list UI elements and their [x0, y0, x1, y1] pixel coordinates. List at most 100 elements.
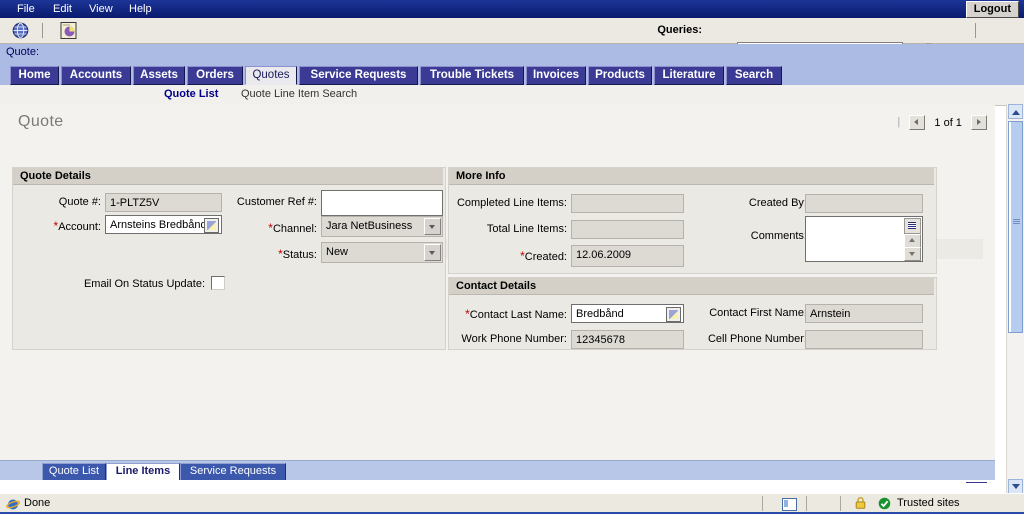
list-toolbar: Menu ▼ New Query Product Configuration >… [0, 480, 995, 483]
child-tab-line-items[interactable]: Line Items [106, 463, 180, 481]
status-dropdown-icon[interactable] [424, 244, 441, 261]
email-status-label: Email On Status Update: [83, 278, 205, 290]
internet-explorer-icon [6, 499, 20, 510]
customer-ref-field[interactable] [321, 190, 443, 216]
browser-status-bar: Done Trusted sites [0, 493, 1024, 514]
cell-phone-field [805, 330, 923, 349]
thread-bar: Quote: [0, 44, 1024, 61]
created-field[interactable]: 12.06.2009 [571, 245, 684, 267]
next-record-button[interactable] [971, 115, 987, 130]
view-link-quote-list[interactable]: Quote List [164, 88, 218, 100]
account-field[interactable]: Arnsteins Bredbånd: [105, 215, 222, 234]
tab-trouble-tickets[interactable]: Trouble Tickets [420, 66, 524, 85]
tab-search[interactable]: Search [726, 66, 782, 85]
completed-line-items-label: Completed Line Items: [456, 197, 567, 209]
quote-details-header: Quote Details [13, 168, 443, 185]
view-link-quote-line-item-search[interactable]: Quote Line Item Search [241, 88, 357, 100]
email-on-status-update-checkbox[interactable] [211, 276, 225, 290]
contact-last-name-label: *Contact Last Name: [453, 307, 567, 321]
status-label-text: Status: [282, 249, 317, 261]
record-counter: 1 of 1 [934, 116, 962, 129]
tab-assets[interactable]: Assets [133, 66, 185, 85]
menu-edit[interactable]: Edit [48, 2, 77, 16]
child-tab-strip: Quote List Line Items Service Requests [0, 460, 995, 481]
channel-label-text: Channel: [272, 223, 317, 235]
tab-quotes[interactable]: Quotes [245, 66, 297, 85]
more-info-title: More Info [456, 170, 506, 182]
contact-last-name-field[interactable]: Bredbånd [571, 304, 684, 323]
comments-scroll-down-icon[interactable] [904, 247, 921, 261]
browser-menu-bar: File Edit View Help Logout [0, 0, 1024, 18]
status-text: Done [24, 497, 51, 509]
created-by-field [805, 194, 923, 213]
quote-number-field: 1-PLTZ5V [105, 193, 222, 212]
menu-help[interactable]: Help [124, 2, 157, 16]
quote-details-pane: Quote Details Quote #: 1-PLTZ5V *Account… [12, 167, 446, 350]
total-line-items-field [571, 220, 684, 239]
primary-tab-strip: Home Accounts Assets Orders Quotes Servi… [0, 61, 1024, 85]
contact-picker-icon[interactable] [666, 307, 681, 322]
work-phone-label: Work Phone Number: [461, 333, 567, 345]
completed-line-items-field [571, 194, 684, 213]
channel-label: *Channel: [219, 221, 317, 235]
account-value: Arnsteins Bredbånd: [110, 219, 210, 231]
total-line-items-label: Total Line Items: [486, 223, 567, 235]
contact-details-pane: Contact Details *Contact Last Name: Bred… [448, 277, 937, 350]
page-content: Quote | 1 of 1 Menu ▼ New Cancel Query Q… [0, 105, 995, 483]
created-label: *Created: [453, 249, 567, 263]
menu-view[interactable]: View [84, 2, 118, 16]
status-label: *Status: [219, 247, 317, 261]
page-title: Quote [18, 113, 64, 130]
tab-invoices[interactable]: Invoices [526, 66, 586, 85]
tab-products[interactable]: Products [588, 66, 652, 85]
column-display-button[interactable] [966, 482, 987, 483]
view-link-bar: Quote List Quote Line Item Search [0, 85, 1024, 106]
thread-label: Quote: [6, 46, 40, 58]
trusted-check-icon [878, 497, 891, 510]
contact-first-name-label: Contact First Name: [709, 307, 807, 319]
quote-number-label: Quote #: [58, 196, 101, 208]
child-tab-service-requests[interactable]: Service Requests [180, 463, 286, 481]
contact-first-name-value: Arnstein [810, 308, 851, 320]
lock-icon [855, 497, 866, 509]
comments-scroll-up-icon[interactable] [904, 234, 921, 248]
tab-home[interactable]: Home [10, 66, 59, 85]
recnav-divider: | [897, 116, 901, 129]
scrollbar-thumb[interactable] [1008, 121, 1023, 333]
created-label-text: Created: [524, 251, 567, 263]
comments-label: Comments: [750, 230, 807, 242]
tab-literature[interactable]: Literature [654, 66, 724, 85]
globe-icon[interactable] [12, 22, 29, 39]
created-value: 12.06.2009 [576, 249, 632, 261]
scroll-down-button[interactable] [1008, 479, 1023, 494]
browser-vertical-scrollbar[interactable] [1006, 104, 1024, 494]
contact-last-name-label-text: Contact Last Name: [469, 309, 567, 321]
tab-accounts[interactable]: Accounts [61, 66, 131, 85]
tab-service-requests[interactable]: Service Requests [299, 66, 418, 85]
menu-file[interactable]: File [12, 2, 40, 16]
chart-report-icon[interactable] [60, 22, 77, 39]
work-phone-field[interactable]: 12345678 [571, 330, 684, 349]
channel-dropdown-icon[interactable] [424, 218, 441, 235]
channel-field[interactable]: Jara NetBusiness [321, 216, 443, 237]
quote-number-value: 1-PLTZ5V [110, 197, 160, 209]
child-tab-quote-list[interactable]: Quote List [42, 463, 106, 481]
account-label-text: Account: [58, 221, 101, 233]
status-field[interactable]: New [321, 242, 443, 263]
tab-orders[interactable]: Orders [187, 66, 243, 85]
contact-first-name-field: Arnstein [805, 304, 923, 323]
comments-field[interactable] [805, 216, 923, 262]
channel-value: Jara NetBusiness [326, 220, 413, 232]
queries-label: Queries: [657, 24, 702, 36]
previous-record-button[interactable] [909, 115, 926, 130]
scroll-up-button[interactable] [1008, 104, 1023, 119]
status-divider-2 [806, 496, 807, 511]
account-picker-icon[interactable] [204, 218, 219, 233]
comments-multiline-icon[interactable] [904, 218, 921, 234]
more-info-pane: More Info Completed Line Items: Total Li… [448, 167, 937, 274]
created-by-label: Created By: [748, 197, 807, 209]
work-phone-value: 12345678 [576, 334, 625, 346]
logout-button[interactable]: Logout [965, 1, 1019, 18]
quote-details-title: Quote Details [20, 170, 91, 182]
status-divider-3 [840, 496, 841, 511]
